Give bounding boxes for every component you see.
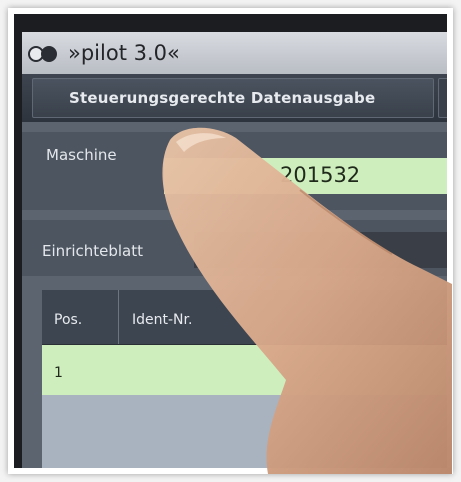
einrichteblatt-row: Einrichteblatt	[22, 220, 447, 276]
maschine-value: 201532	[280, 163, 361, 187]
table-cell-pos: 1	[54, 365, 63, 381]
einrichteblatt-label: Einrichteblatt	[42, 242, 143, 260]
table-header: Pos. Ident-Nr.	[42, 290, 447, 345]
column-divider	[118, 290, 119, 344]
tab-next[interactable]: M	[438, 78, 447, 118]
device-bezel: »pilot 3.0« Steuerungsgerechte Datenausg…	[14, 14, 447, 468]
tab-datenausgabe-label: Steuerungsgerechte Datenausgabe	[69, 89, 376, 107]
maschine-row: Maschine 201532	[22, 132, 447, 210]
touch-screen: »pilot 3.0« Steuerungsgerechte Datenausg…	[22, 32, 447, 468]
column-header-pos[interactable]: Pos.	[54, 312, 82, 328]
tab-bar: Steuerungsgerechte Datenausgabe M	[22, 74, 447, 122]
title-bar: »pilot 3.0«	[22, 32, 447, 74]
tab-datenausgabe[interactable]: Steuerungsgerechte Datenausgabe	[32, 78, 434, 118]
binoculars-icon	[28, 43, 58, 63]
table-row[interactable]: 1	[42, 345, 447, 395]
positions-table: Pos. Ident-Nr. 1	[42, 290, 447, 468]
einrichteblatt-field[interactable]	[194, 232, 447, 268]
maschine-field[interactable]: 201532	[164, 158, 447, 194]
app-title: »pilot 3.0«	[68, 41, 180, 65]
maschine-label: Maschine	[46, 146, 117, 164]
table-empty-area	[42, 395, 447, 468]
column-header-ident[interactable]: Ident-Nr.	[132, 312, 192, 328]
